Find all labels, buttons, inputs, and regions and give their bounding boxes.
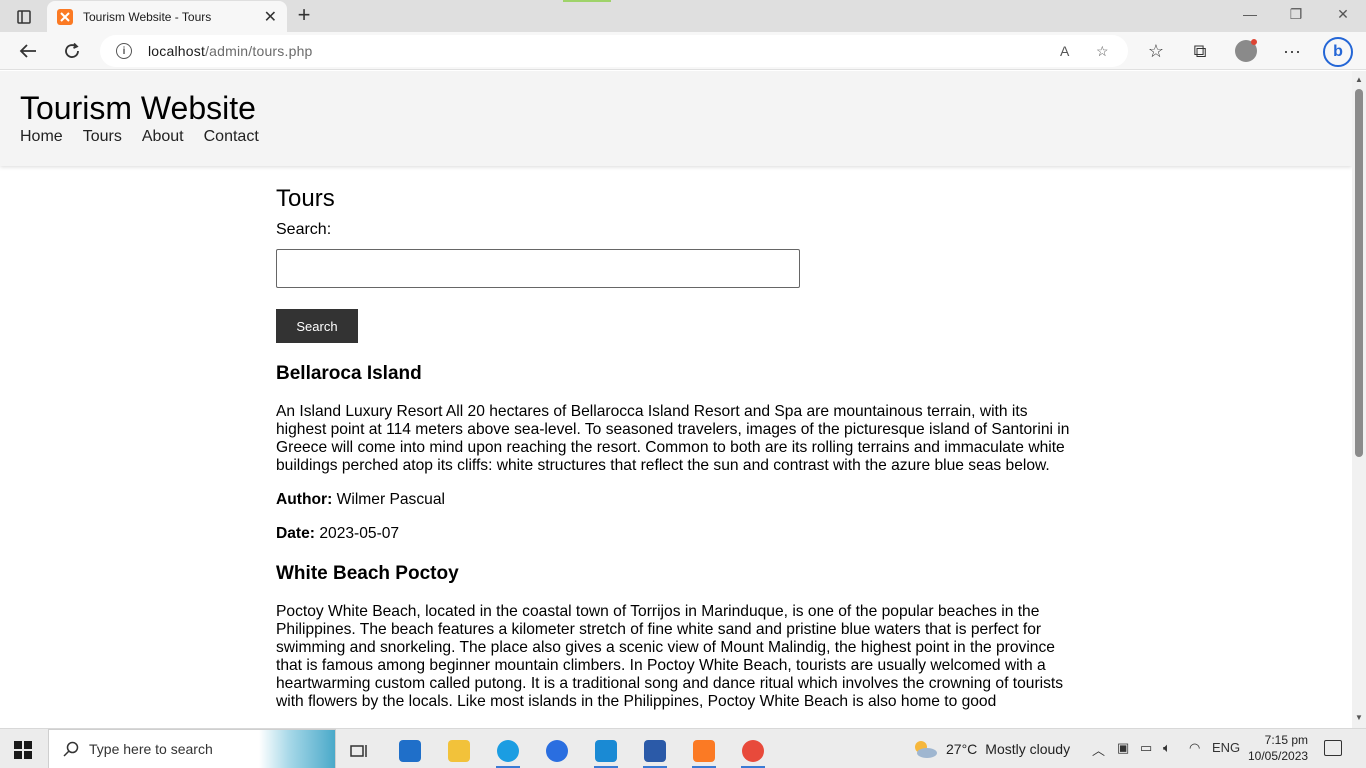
mail-icon bbox=[399, 740, 421, 762]
page-viewport: Tourism Website Home Tours About Contact… bbox=[0, 71, 1352, 728]
search-highlight-image bbox=[259, 730, 335, 768]
weather-temp: 27°C bbox=[946, 741, 978, 757]
tour-item: Bellaroca Island An Island Luxury Resort… bbox=[276, 363, 1076, 543]
weather-text: Mostly cloudy bbox=[985, 741, 1071, 757]
bing-copilot-icon[interactable]: b bbox=[1323, 37, 1353, 67]
folder-icon bbox=[448, 740, 470, 762]
site-nav: Home Tours About Contact bbox=[20, 128, 259, 146]
edge-icon bbox=[497, 740, 519, 762]
site-title: Tourism Website bbox=[20, 90, 256, 126]
back-arrow-icon bbox=[19, 44, 36, 58]
xampp-favicon-icon bbox=[57, 8, 73, 25]
tab-title: Tourism Website - Tours bbox=[83, 9, 212, 24]
browser-toolbar: i localhost/admin/tours.php A ☆ ☆ ⧉ ··· bbox=[0, 32, 1366, 70]
page-scrollbar[interactable]: ▲ ▼ bbox=[1352, 71, 1366, 728]
read-aloud-icon[interactable]: A bbox=[1060, 43, 1069, 59]
url-path: /admin/tours.php bbox=[205, 43, 313, 59]
tab-actions-button[interactable] bbox=[8, 6, 40, 28]
notification-center-icon[interactable] bbox=[1324, 740, 1342, 756]
more-menu-button[interactable]: ··· bbox=[1279, 39, 1305, 63]
favorites-icon: ☆ bbox=[1147, 40, 1165, 61]
tour-item: White Beach Poctoy Poctoy White Beach, l… bbox=[276, 563, 1076, 711]
search-icon bbox=[63, 741, 79, 757]
search-button[interactable]: Search bbox=[276, 309, 358, 343]
reload-button[interactable] bbox=[59, 39, 85, 63]
system-clock[interactable]: 7:15 pm 10/05/2023 bbox=[1248, 732, 1308, 764]
new-tab-button[interactable]: + bbox=[292, 4, 316, 27]
favorites-button[interactable]: ☆ bbox=[1143, 39, 1169, 63]
minimize-button[interactable]: — bbox=[1227, 6, 1273, 22]
task-view-button[interactable] bbox=[340, 734, 380, 768]
taskbar-search-placeholder: Type here to search bbox=[89, 741, 213, 757]
author-value: Wilmer Pascual bbox=[336, 491, 445, 508]
vscode-icon bbox=[595, 740, 617, 762]
nav-contact-link[interactable]: Contact bbox=[204, 128, 259, 146]
word-app-button[interactable] bbox=[635, 734, 675, 768]
volume-icon[interactable]: 🔈︎ bbox=[1163, 740, 1171, 756]
url-text: localhost/admin/tours.php bbox=[148, 43, 313, 59]
firefox-icon bbox=[546, 740, 568, 762]
main-content: Tours Search: Search Bellaroca Island An… bbox=[276, 185, 1076, 727]
tour-description: An Island Luxury Resort All 20 hectares … bbox=[276, 403, 1070, 474]
date-value: 2023-05-07 bbox=[319, 525, 400, 542]
file-explorer-button[interactable] bbox=[439, 734, 479, 768]
paint-icon bbox=[742, 740, 764, 762]
close-window-button[interactable]: ✕ bbox=[1320, 6, 1366, 23]
browser-tab-bar: Tourism Website - Tours ✕ + — ❐ ✕ bbox=[0, 0, 1366, 32]
paint-app-button[interactable] bbox=[733, 734, 773, 768]
cloudy-weather-icon bbox=[915, 741, 937, 758]
windows-start-icon[interactable] bbox=[14, 741, 32, 759]
author-label: Author: bbox=[276, 491, 333, 508]
wifi-icon[interactable]: ◠ bbox=[1189, 740, 1200, 756]
nav-tours-link[interactable]: Tours bbox=[83, 128, 122, 146]
windows-taskbar: Type here to search 27°C Mostly cloudy ︿… bbox=[0, 728, 1366, 768]
tour-description: Poctoy White Beach, located in the coast… bbox=[276, 603, 1064, 710]
xampp-icon bbox=[693, 740, 715, 762]
profile-notification-dot bbox=[1251, 39, 1257, 45]
nav-home-link[interactable]: Home bbox=[20, 128, 63, 146]
vscode-app-button[interactable] bbox=[586, 734, 626, 768]
more-dots-icon: ··· bbox=[1283, 40, 1301, 61]
clock-time: 7:15 pm bbox=[1264, 733, 1308, 747]
scrollbar-thumb[interactable] bbox=[1355, 89, 1363, 457]
mail-app-button[interactable] bbox=[390, 734, 430, 768]
tour-title: White Beach Poctoy bbox=[276, 563, 459, 584]
back-button[interactable] bbox=[15, 39, 41, 63]
word-icon bbox=[644, 740, 666, 762]
battery-icon[interactable]: ▭ bbox=[1140, 740, 1152, 756]
taskbar-search-box[interactable]: Type here to search bbox=[48, 729, 336, 768]
search-input[interactable] bbox=[276, 249, 800, 288]
add-favorite-icon[interactable]: ☆ bbox=[1096, 43, 1109, 60]
page-heading: Tours bbox=[276, 185, 335, 212]
reload-icon bbox=[65, 42, 79, 58]
date-label: Date: bbox=[276, 525, 315, 542]
url-host: localhost bbox=[148, 43, 206, 59]
firefox-app-button[interactable] bbox=[537, 734, 577, 768]
tab-accent-bar bbox=[563, 0, 611, 2]
edge-app-button[interactable] bbox=[488, 734, 528, 768]
restore-button[interactable]: ❐ bbox=[1273, 6, 1319, 23]
tab-actions-icon bbox=[17, 10, 31, 24]
collections-icon: ⧉ bbox=[1193, 40, 1207, 61]
scroll-down-icon[interactable]: ▼ bbox=[1355, 713, 1363, 722]
weather-widget[interactable]: 27°C Mostly cloudy bbox=[912, 739, 1070, 759]
site-header: Tourism Website Home Tours About Contact bbox=[0, 71, 1352, 166]
meet-now-icon[interactable]: ▣ bbox=[1117, 740, 1129, 756]
nav-about-link[interactable]: About bbox=[142, 128, 184, 146]
scroll-up-icon[interactable]: ▲ bbox=[1355, 75, 1363, 84]
browser-tab-active[interactable]: Tourism Website - Tours ✕ bbox=[47, 1, 287, 32]
address-bar[interactable]: i localhost/admin/tours.php A ☆ bbox=[100, 35, 1128, 67]
collections-button[interactable]: ⧉ bbox=[1187, 39, 1213, 63]
tab-close-icon[interactable]: ✕ bbox=[264, 7, 277, 27]
language-indicator[interactable]: ENG bbox=[1212, 740, 1240, 755]
chevron-up-icon[interactable]: ︿ bbox=[1092, 740, 1105, 759]
search-label: Search: bbox=[276, 221, 332, 238]
clock-date: 10/05/2023 bbox=[1248, 749, 1309, 763]
xampp-app-button[interactable] bbox=[684, 734, 724, 768]
tour-title: Bellaroca Island bbox=[276, 363, 422, 384]
tour-date: Date: 2023-05-07 bbox=[276, 525, 1076, 543]
task-view-icon bbox=[350, 745, 367, 757]
tour-author: Author: Wilmer Pascual bbox=[276, 491, 1076, 509]
site-info-icon[interactable]: i bbox=[116, 43, 132, 59]
